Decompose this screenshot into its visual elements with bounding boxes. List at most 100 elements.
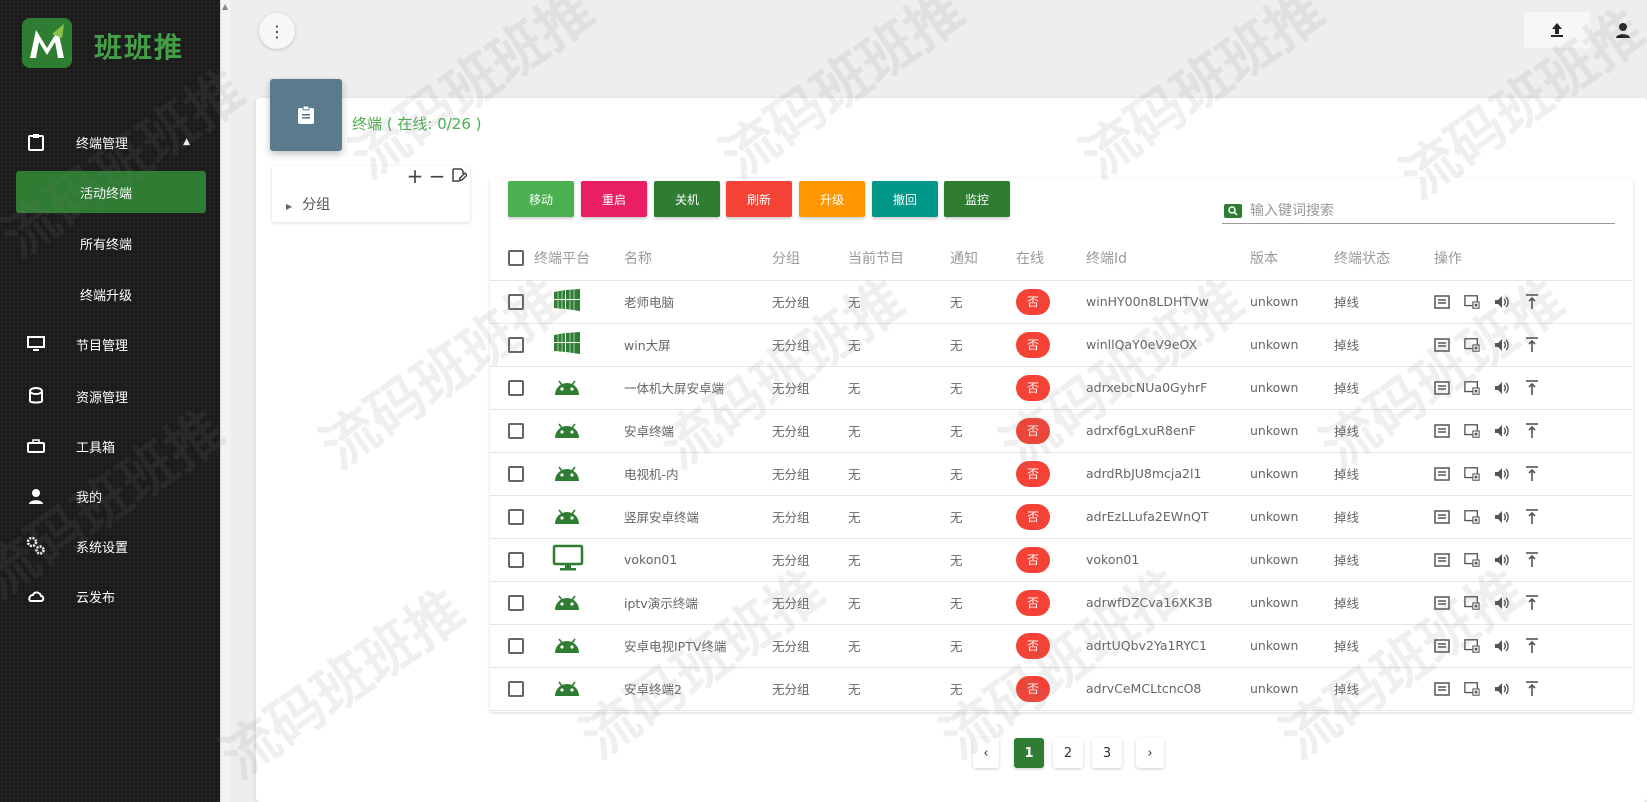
more-menu-button[interactable]: ⋮ [259,13,295,49]
screenshot-icon[interactable] [1464,294,1480,310]
table-row[interactable]: 一体机大屏安卓端 无分组无无否 adrxebcNUa0GyhrF unkown 掉线 [490,366,1633,410]
move-top-icon[interactable] [1524,336,1540,353]
remove-group-button[interactable]: − [428,166,446,186]
page-3-button[interactable]: 3 [1092,738,1122,768]
screen-info-icon[interactable] [1434,681,1450,697]
action-button-4[interactable]: 升级 [799,181,865,217]
action-button-3[interactable]: 刷新 [726,181,792,217]
screen-info-icon[interactable] [1434,380,1450,396]
select-all-checkbox[interactable] [508,250,524,267]
nav-sub-active-terminals[interactable]: 活动终端 [16,171,206,213]
volume-icon[interactable] [1494,552,1510,568]
nav-program-management[interactable]: 节目管理 [0,322,220,366]
screenshot-icon[interactable] [1464,380,1480,396]
table-row[interactable]: 电视机-内 无分组无无否 adrdRbJU8mcja2l1 unkown 掉线 [490,452,1633,496]
header-terminal-id[interactable]: 终端Id [1086,237,1250,281]
table-row[interactable]: 安卓终端2 无分组无无否 adrvCeMCLtcncO8 unkown 掉线 [490,667,1633,711]
screen-info-icon[interactable] [1434,509,1450,525]
account-button[interactable] [1608,14,1638,46]
row-checkbox[interactable] [508,293,524,310]
nav-system-settings[interactable]: 系统设置 [0,524,220,568]
screen-info-icon[interactable] [1434,337,1450,353]
nav-sub-all-terminals[interactable]: 所有终端 [16,222,206,264]
action-button-2[interactable]: 关机 [654,181,720,217]
screen-info-icon[interactable] [1434,638,1450,654]
volume-icon[interactable] [1494,509,1510,525]
action-button-0[interactable]: 移动 [508,181,574,217]
row-checkbox[interactable] [508,422,524,439]
screen-info-icon[interactable] [1434,466,1450,482]
volume-icon[interactable] [1494,423,1510,439]
table-row[interactable]: vokon01 无分组无无否 vokon01 unkown 掉线 [490,538,1633,582]
nav-toolbox[interactable]: 工具箱 [0,424,220,468]
volume-icon[interactable] [1494,595,1510,611]
move-top-icon[interactable] [1524,422,1540,439]
header-group[interactable]: 分组 [772,237,848,281]
screenshot-icon[interactable] [1464,681,1480,697]
volume-icon[interactable] [1494,337,1510,353]
volume-icon[interactable] [1494,638,1510,654]
action-button-5[interactable]: 撤回 [872,181,938,217]
header-name[interactable]: 名称 [624,237,772,281]
volume-icon[interactable] [1494,294,1510,310]
screenshot-icon[interactable] [1464,595,1480,611]
tree-node-group[interactable]: ▶ 分组 [286,194,330,214]
screen-info-icon[interactable] [1434,552,1450,568]
nav-terminal-management[interactable]: 终端管理 ▲ [0,120,220,164]
move-top-icon[interactable] [1524,551,1540,568]
nav-cloud-publish[interactable]: 云发布 [0,574,220,618]
row-checkbox[interactable] [508,551,524,568]
screen-info-icon[interactable] [1434,595,1450,611]
screen-info-icon[interactable] [1434,423,1450,439]
add-group-button[interactable]: + [406,166,424,186]
table-row[interactable]: 老师电脑 无分组无无否 winHY00n8LDHTVw unkown 掉线 [490,280,1633,324]
screen-info-icon[interactable] [1434,294,1450,310]
row-checkbox[interactable] [508,594,524,611]
volume-icon[interactable] [1494,380,1510,396]
header-notice[interactable]: 通知 [950,237,1016,281]
page-1-button[interactable]: 1 [1014,738,1044,768]
volume-icon[interactable] [1494,466,1510,482]
screenshot-icon[interactable] [1464,638,1480,654]
move-top-icon[interactable] [1524,379,1540,396]
move-top-icon[interactable] [1524,680,1540,697]
move-top-icon[interactable] [1524,594,1540,611]
screenshot-icon[interactable] [1464,552,1480,568]
nav-resource-management[interactable]: 资源管理 [0,374,220,418]
header-status[interactable]: 终端状态 [1334,237,1434,281]
next-page-button[interactable]: › [1136,738,1164,768]
move-top-icon[interactable] [1524,293,1540,310]
expand-icon[interactable]: ▶ [286,202,292,211]
move-top-icon[interactable] [1524,465,1540,482]
header-version[interactable]: 版本 [1250,237,1334,281]
nav-sub-terminal-upgrade[interactable]: 终端升级 [16,273,206,315]
sidebar-scrollbar[interactable]: ▲ [220,0,230,802]
header-online[interactable]: 在线 [1016,237,1086,281]
page-2-button[interactable]: 2 [1053,738,1083,768]
screenshot-icon[interactable] [1464,423,1480,439]
action-button-1[interactable]: 重启 [581,181,647,217]
table-row[interactable]: iptv演示终端 无分组无无否 adrwfDZCva16XK3B unkown 掉线 [490,581,1633,625]
action-button-6[interactable]: 监控 [944,181,1010,217]
row-checkbox[interactable] [508,465,524,482]
screenshot-icon[interactable] [1464,337,1480,353]
prev-page-button[interactable]: ‹ [973,738,999,768]
volume-icon[interactable] [1494,681,1510,697]
edit-group-button[interactable] [450,166,469,186]
nav-mine[interactable]: 我的 [0,474,220,518]
header-current-program[interactable]: 当前节目 [848,237,950,281]
table-row[interactable]: win大屏 无分组无无否 winllQaY0eV9eOX unkown 掉线 [490,323,1633,367]
upload-button[interactable] [1524,12,1590,48]
search-input[interactable] [1250,202,1590,219]
row-checkbox[interactable] [508,508,524,525]
row-checkbox[interactable] [508,336,524,353]
move-top-icon[interactable] [1524,508,1540,525]
header-platform[interactable]: 终端平台 [534,237,624,281]
table-row[interactable]: 竖屏安卓终端 无分组无无否 adrEzLLufa2EWnQT unkown 掉线 [490,495,1633,539]
table-row[interactable]: 安卓电视IPTV终端 无分组无无否 adrtUQbv2Ya1RYC1 unkown 掉线 [490,624,1633,668]
table-row[interactable]: 安卓终端 无分组无无否 adrxf6gLxuR8enF unkown 掉线 [490,409,1633,453]
move-top-icon[interactable] [1524,637,1540,654]
row-checkbox[interactable] [508,637,524,654]
screenshot-icon[interactable] [1464,466,1480,482]
screenshot-icon[interactable] [1464,509,1480,525]
